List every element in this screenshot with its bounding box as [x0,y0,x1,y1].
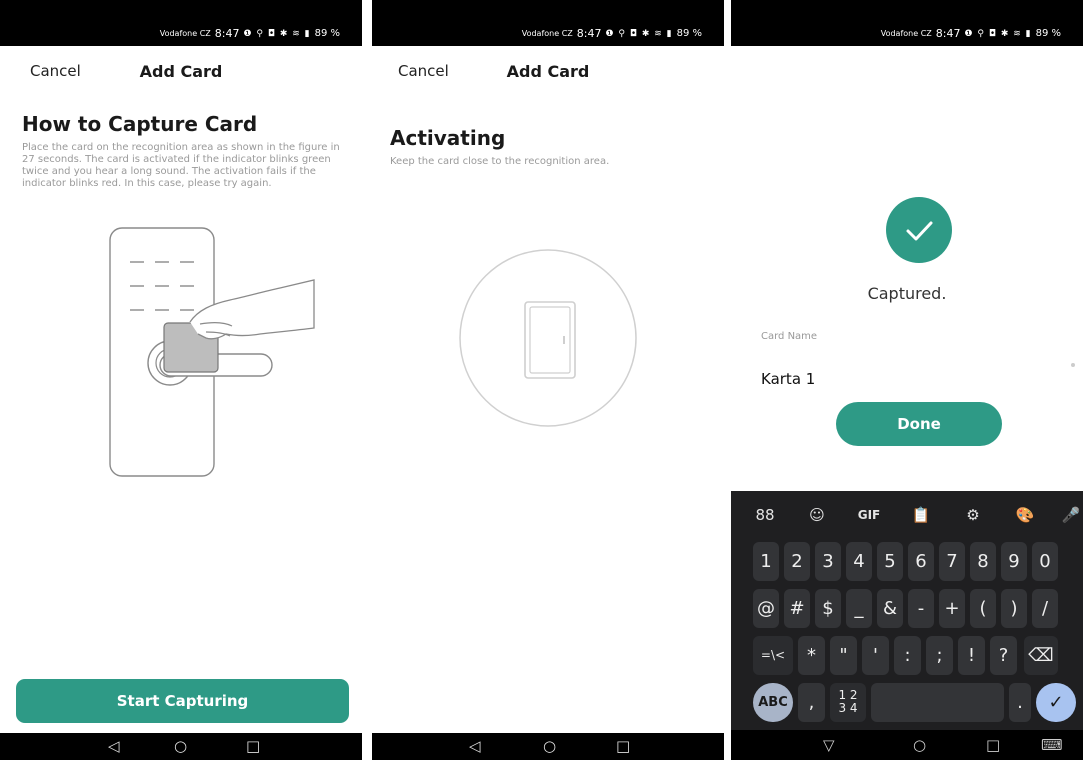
success-check-icon [886,197,952,263]
status-bar: Vodafone CZ 8:47 ❶ ⚲ ◘ ✱ ≋ ▮ 89 % [731,0,1083,46]
back-icon[interactable]: ◁ [469,737,481,755]
key-hash[interactable]: # [784,589,810,628]
enter-check-icon[interactable]: ✓ [1036,683,1076,722]
battery-level: 89 % [314,28,340,39]
card-name-input[interactable] [761,367,1061,391]
home-icon[interactable]: ○ [174,737,187,755]
sticker-icon[interactable]: ☺ [803,503,831,527]
status-icons: ❶ ⚲ ◘ ✱ ≋ ▮ [605,28,673,39]
clipboard-icon[interactable]: 📋 [907,503,935,527]
keyboard-nav-bar: ▽ ○ □ ⌨ [731,730,1083,760]
screen-activating: Vodafone CZ 8:47 ❶ ⚲ ◘ ✱ ≋ ▮ 89 % Cancel… [372,0,724,760]
key-0[interactable]: 0 [1032,542,1058,581]
key-6[interactable]: 6 [908,542,934,581]
keyboard-switch-icon[interactable]: ⌨ [1041,736,1063,754]
carrier-label: Vodafone CZ [159,29,211,38]
key-plus[interactable]: + [939,589,965,628]
key-space[interactable] [871,683,1004,722]
card-name-label: Card Name [761,331,818,342]
keyboard-toolbar: 88 ☺ GIF 📋 ⚙ 🎨 🎤 [731,503,1083,527]
microphone-icon[interactable]: 🎤 [1057,503,1083,527]
instructions-text: Keep the card close to the recognition a… [390,156,610,167]
carrier-label: Vodafone CZ [880,29,932,38]
key-7[interactable]: 7 [939,542,965,581]
key-at[interactable]: @ [753,589,779,628]
key-asterisk[interactable]: * [798,636,825,675]
key-slash[interactable]: / [1032,589,1058,628]
top-bar: Cancel Add Card [372,62,724,86]
home-icon[interactable]: ○ [913,736,926,754]
key-abc[interactable]: ABC [753,683,793,722]
key-9[interactable]: 9 [1001,542,1027,581]
key-comma[interactable]: , [798,683,825,722]
section-heading: How to Capture Card [22,112,258,136]
status-icons: ❶ ⚲ ◘ ✱ ≋ ▮ [243,28,311,39]
key-8[interactable]: 8 [970,542,996,581]
back-icon[interactable]: ◁ [108,737,120,755]
captured-message: Captured. [867,284,947,303]
key-dollar[interactable]: $ [815,589,841,628]
status-bar: Vodafone CZ 8:47 ❶ ⚲ ◘ ✱ ≋ ▮ 89 % [372,0,724,46]
home-icon[interactable]: ○ [543,737,556,755]
key-paren-close[interactable]: ) [1001,589,1027,628]
on-screen-keyboard: 88 ☺ GIF 📋 ⚙ 🎨 🎤 1 2 3 4 5 6 7 8 9 0 @ #… [731,491,1083,760]
key-numpad-toggle[interactable]: 1 2 3 4 [830,683,866,722]
key-period[interactable]: . [1009,683,1031,722]
page-title: Add Card [506,62,590,81]
page-title: Add Card [139,62,223,81]
card-on-lock-illustration [109,227,315,477]
hide-keyboard-icon[interactable]: ▽ [823,736,835,754]
battery-level: 89 % [1035,28,1061,39]
start-capturing-button[interactable]: Start Capturing [16,679,349,723]
recents-icon[interactable]: □ [246,737,260,755]
key-ampersand[interactable]: & [877,589,903,628]
status-bar: Vodafone CZ 8:47 ❶ ⚲ ◘ ✱ ≋ ▮ 89 % [0,0,362,46]
screen-captured: Vodafone CZ 8:47 ❶ ⚲ ◘ ✱ ≋ ▮ 89 % Captur… [731,0,1083,760]
clock: 8:47 [214,27,240,40]
key-minus[interactable]: - [908,589,934,628]
key-question[interactable]: ? [990,636,1017,675]
gif-icon[interactable]: GIF [855,503,883,527]
theme-palette-icon[interactable]: 🎨 [1011,503,1039,527]
key-paren-open[interactable]: ( [970,589,996,628]
settings-icon[interactable]: ⚙ [959,503,987,527]
backspace-icon[interactable]: ⌫ [1024,636,1058,675]
key-underscore[interactable]: _ [846,589,872,628]
clock: 8:47 [935,27,961,40]
clock: 8:47 [576,27,602,40]
recents-icon[interactable]: □ [986,736,1000,754]
done-button[interactable]: Done [836,402,1002,446]
key-5[interactable]: 5 [877,542,903,581]
key-1[interactable]: 1 [753,542,779,581]
system-nav-bar: ◁ ○ □ [0,733,362,760]
key-colon[interactable]: : [894,636,921,675]
key-3[interactable]: 3 [815,542,841,581]
key-symbols-page[interactable]: =\< [753,636,793,675]
input-indicator [1071,363,1075,367]
key-semicolon[interactable]: ; [926,636,953,675]
top-bar: Cancel Add Card [0,62,362,86]
instructions-text: Place the card on the recognition area a… [22,142,340,189]
key-double-quote[interactable]: " [830,636,857,675]
carrier-label: Vodafone CZ [521,29,573,38]
recognition-area-icon [459,249,637,427]
section-heading: Activating [390,126,506,150]
key-4[interactable]: 4 [846,542,872,581]
apps-grid-icon[interactable]: 88 [751,503,779,527]
status-icons: ❶ ⚲ ◘ ✱ ≋ ▮ [964,28,1032,39]
screen-how-to-capture: Vodafone CZ 8:47 ❶ ⚲ ◘ ✱ ≋ ▮ 89 % Cancel… [0,0,362,760]
recents-icon[interactable]: □ [616,737,630,755]
key-exclamation[interactable]: ! [958,636,985,675]
battery-level: 89 % [676,28,702,39]
system-nav-bar: ◁ ○ □ [372,733,724,760]
key-2[interactable]: 2 [784,542,810,581]
key-single-quote[interactable]: ' [862,636,889,675]
